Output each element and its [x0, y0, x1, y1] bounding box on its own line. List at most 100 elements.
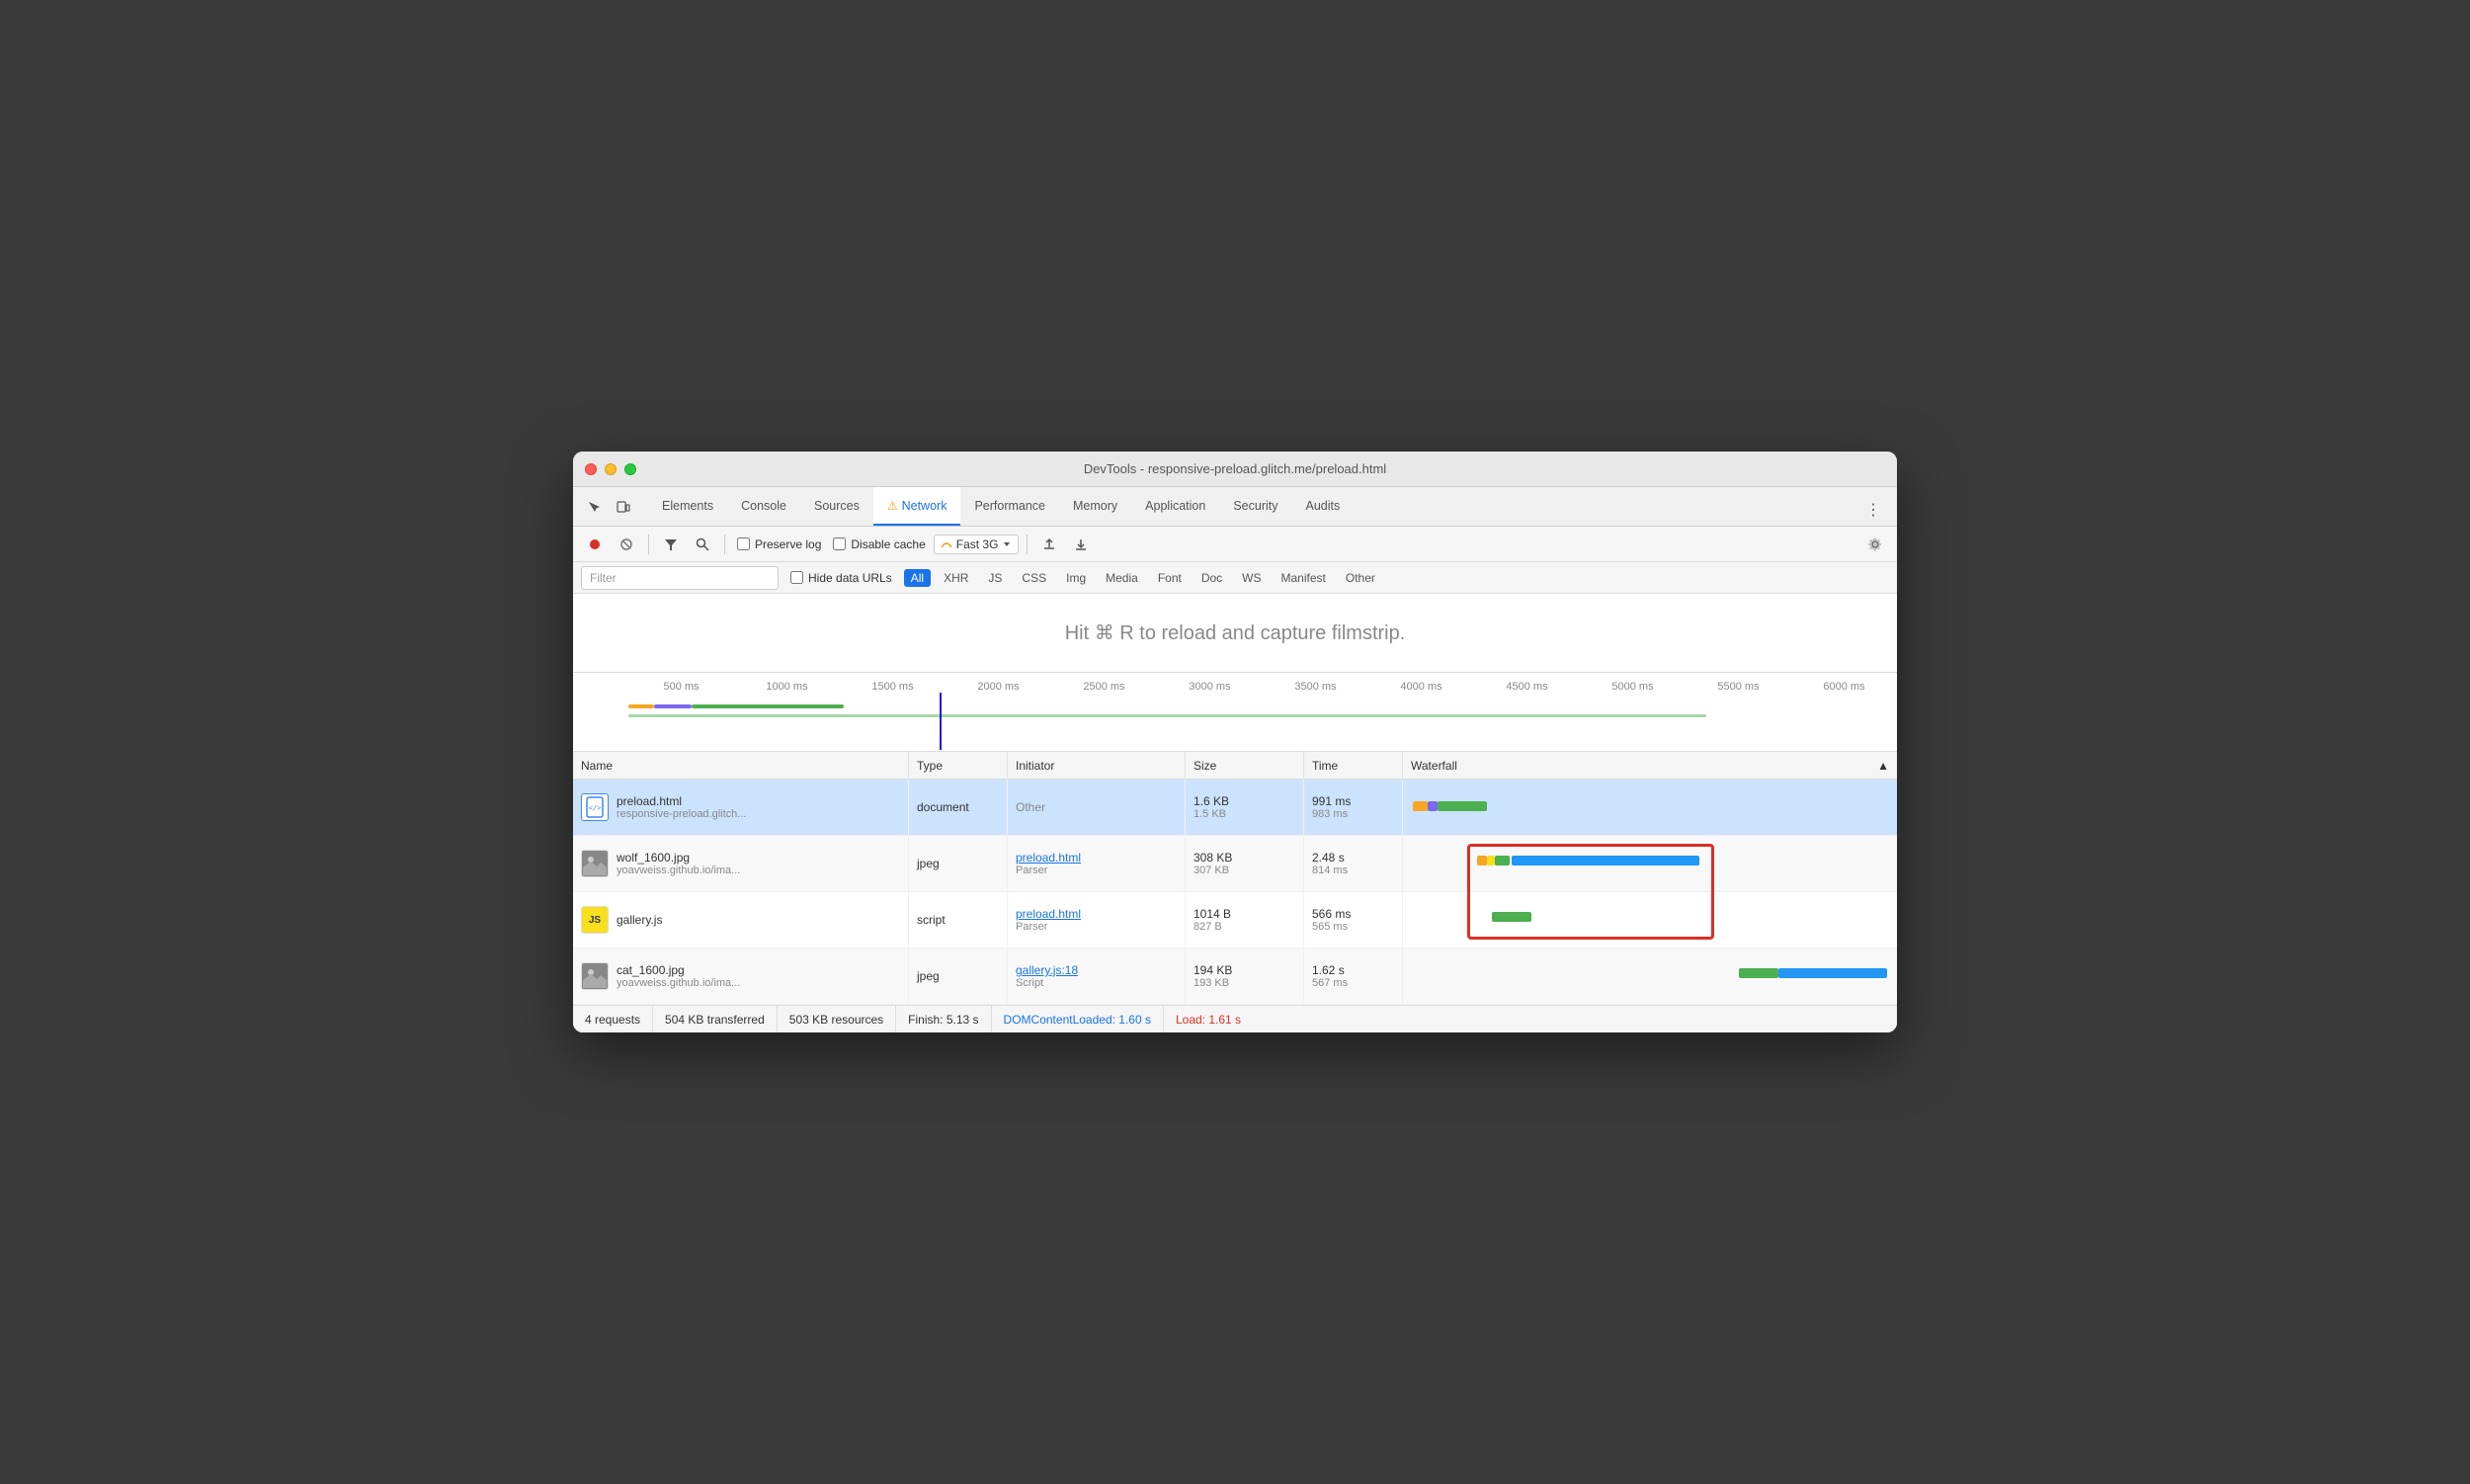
divider-2 — [724, 535, 725, 554]
filter-media-button[interactable]: Media — [1099, 569, 1145, 587]
maximize-button[interactable] — [624, 463, 636, 475]
tab-performance[interactable]: Performance — [960, 487, 1059, 526]
td-waterfall-cat — [1403, 948, 1897, 1004]
hide-data-urls-label[interactable]: Hide data URLs — [786, 571, 896, 585]
table-row[interactable]: JS gallery.js script preload.html Parser — [573, 892, 1897, 948]
tab-elements[interactable]: Elements — [648, 487, 727, 526]
hide-data-urls-checkbox[interactable] — [790, 571, 803, 584]
svg-text:</>: </> — [589, 804, 602, 812]
tab-sources[interactable]: Sources — [800, 487, 873, 526]
filter-other-button[interactable]: Other — [1339, 569, 1382, 587]
table-row[interactable]: cat_1600.jpg yoavweiss.github.io/ima... … — [573, 948, 1897, 1005]
timeline-labels: 500 ms 1000 ms 1500 ms 2000 ms 2500 ms 3… — [628, 673, 1897, 693]
filter-manifest-button[interactable]: Manifest — [1275, 569, 1333, 587]
th-waterfall: Waterfall ▲ — [1403, 752, 1897, 779]
size-stack-cat: 194 KB 193 KB — [1194, 963, 1232, 989]
timeline-label-500: 500 ms — [628, 681, 734, 693]
network-table: Name Type Initiator Size Time Waterfall … — [573, 752, 1897, 1005]
clear-button[interactable] — [613, 531, 640, 558]
td-size-gallery: 1014 B 827 B — [1186, 892, 1304, 948]
td-time-wolf: 2.48 s 814 ms — [1304, 836, 1403, 891]
timeline-label-2500: 2500 ms — [1051, 681, 1157, 693]
tab-network[interactable]: ⚠ Network — [873, 487, 961, 526]
device-icon[interactable] — [611, 494, 636, 520]
td-time-preload: 991 ms 983 ms — [1304, 780, 1403, 835]
filter-js-button[interactable]: JS — [981, 569, 1009, 587]
devtools-body: Elements Console Sources ⚠ Network Perfo… — [573, 487, 1897, 1032]
time-stack-cat: 1.62 s 567 ms — [1312, 963, 1348, 989]
table-row[interactable]: wolf_1600.jpg yoavweiss.github.io/ima...… — [573, 836, 1897, 892]
status-transferred: 504 KB transferred — [653, 1006, 778, 1032]
download-icon — [1074, 537, 1088, 551]
td-type-gallery: script — [909, 892, 1008, 948]
export-button[interactable] — [1067, 531, 1095, 558]
time-stack-gallery: 566 ms 565 ms — [1312, 907, 1351, 933]
tab-icons — [581, 494, 636, 526]
settings-button[interactable] — [1861, 531, 1889, 558]
th-initiator: Initiator — [1008, 752, 1186, 779]
more-tabs-button[interactable]: ⋮ — [1857, 494, 1889, 526]
traffic-lights — [585, 463, 636, 475]
filter-button[interactable] — [657, 531, 685, 558]
tab-console[interactable]: Console — [727, 487, 800, 526]
filter-font-button[interactable]: Font — [1151, 569, 1189, 587]
preserve-log-label[interactable]: Preserve log — [733, 537, 825, 551]
filter-xhr-button[interactable]: XHR — [937, 569, 975, 587]
file-icon-html: </> — [581, 793, 609, 821]
throttle-select[interactable]: Fast 3G — [934, 535, 1020, 554]
filter-input[interactable] — [581, 566, 779, 590]
timeline-label-1500: 1500 ms — [840, 681, 946, 693]
td-name-wolf: wolf_1600.jpg yoavweiss.github.io/ima... — [573, 836, 909, 891]
tl-bar-row1-connect — [628, 704, 654, 708]
divider-3 — [1027, 535, 1028, 554]
tab-application[interactable]: Application — [1131, 487, 1219, 526]
tab-audits[interactable]: Audits — [1291, 487, 1354, 526]
tab-memory[interactable]: Memory — [1059, 487, 1131, 526]
filter-css-button[interactable]: CSS — [1015, 569, 1053, 587]
titlebar: DevTools - responsive-preload.glitch.me/… — [573, 452, 1897, 487]
file-icon-wolf — [581, 850, 609, 877]
size-stack-gallery: 1014 B 827 B — [1194, 907, 1231, 933]
tl-bar-overview-green — [628, 714, 1706, 717]
search-button[interactable] — [689, 531, 716, 558]
td-initiator-wolf: preload.html Parser — [1008, 836, 1186, 891]
status-load: Load: 1.61 s — [1164, 1006, 1253, 1032]
status-requests: 4 requests — [585, 1006, 653, 1032]
filter-img-button[interactable]: Img — [1059, 569, 1093, 587]
td-size-wolf: 308 KB 307 KB — [1186, 836, 1304, 891]
tab-security[interactable]: Security — [1219, 487, 1291, 526]
th-time: Time — [1304, 752, 1403, 779]
td-name-gallery: JS gallery.js — [573, 892, 909, 948]
td-type-wolf: jpeg — [909, 836, 1008, 891]
initiator-stack-gallery: preload.html Parser — [1016, 907, 1081, 933]
td-time-cat: 1.62 s 567 ms — [1304, 948, 1403, 1004]
tl-bar-row1-receive — [692, 704, 844, 708]
status-bar: 4 requests 504 KB transferred 503 KB res… — [573, 1005, 1897, 1032]
th-size: Size — [1186, 752, 1304, 779]
preserve-log-checkbox[interactable] — [737, 537, 750, 550]
filter-all-button[interactable]: All — [904, 569, 931, 587]
timeline-label-5000: 5000 ms — [1580, 681, 1686, 693]
table-row[interactable]: </> preload.html responsive-preload.glit… — [573, 780, 1897, 836]
minimize-button[interactable] — [605, 463, 617, 475]
timeline-label-5500: 5500 ms — [1686, 681, 1791, 693]
file-icon-cat — [581, 962, 609, 990]
timeline-label-3000: 3000 ms — [1157, 681, 1263, 693]
sort-arrow: ▲ — [1877, 759, 1889, 773]
td-name-cat: cat_1600.jpg yoavweiss.github.io/ima... — [573, 948, 909, 1004]
td-initiator-cat: gallery.js:18 Script — [1008, 948, 1186, 1004]
close-button[interactable] — [585, 463, 597, 475]
filter-doc-button[interactable]: Doc — [1194, 569, 1229, 587]
import-button[interactable] — [1035, 531, 1063, 558]
record-button[interactable] — [581, 531, 609, 558]
timeline-label-6000: 6000 ms — [1791, 681, 1897, 693]
cursor-icon[interactable] — [581, 494, 607, 520]
filter-ws-button[interactable]: WS — [1235, 569, 1268, 587]
disable-cache-checkbox[interactable] — [833, 537, 846, 550]
time-stack-preload: 991 ms 983 ms — [1312, 794, 1351, 820]
td-initiator-gallery: preload.html Parser — [1008, 892, 1186, 948]
disable-cache-label[interactable]: Disable cache — [829, 537, 929, 551]
td-waterfall-gallery — [1403, 892, 1897, 948]
td-type-cat: jpeg — [909, 948, 1008, 1004]
td-type-preload: document — [909, 780, 1008, 835]
